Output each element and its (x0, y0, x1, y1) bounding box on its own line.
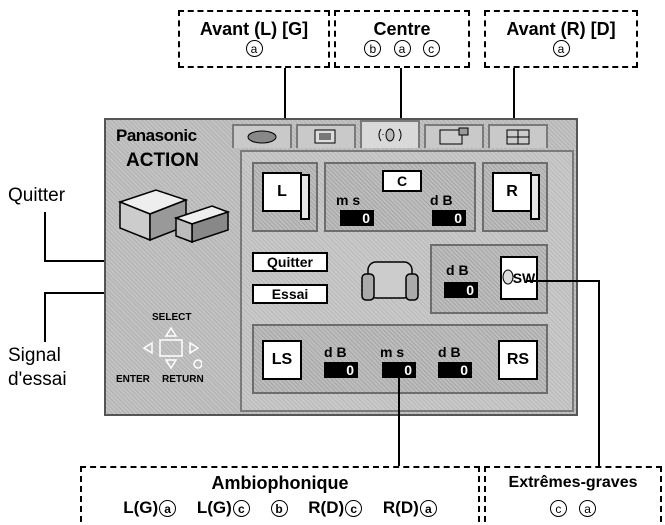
test-signal-side-label-2: d'essai (8, 369, 67, 390)
subwoofer-group[interactable]: d B 0 SW (430, 244, 548, 314)
code-marker: a (552, 40, 570, 57)
select-label: SELECT (152, 312, 192, 323)
callout-center-title: Centre (373, 19, 431, 39)
listener-seat-icon (361, 261, 419, 301)
surround-right-level-value[interactable]: 0 (438, 362, 472, 378)
subwoofer-level-unit: d B (446, 262, 469, 278)
callout-surround: Ambiophonique L(G) a L(G) c b R(D) c R(D) a (80, 466, 480, 522)
tab-system[interactable] (488, 124, 548, 148)
test-signal-side-label-1: Signal (8, 345, 61, 366)
callout-subwoofer-title: Extrêmes-graves (508, 474, 638, 491)
center-level-unit: d B (430, 192, 453, 208)
theater-icon (247, 130, 277, 144)
cursor-pad-icon[interactable] (140, 326, 202, 370)
surround-left-level-unit: d B (324, 344, 347, 360)
code-marker: a (159, 500, 177, 517)
leader-line (526, 280, 600, 282)
tab-speaker-level[interactable] (360, 120, 420, 148)
code-marker: c (422, 40, 440, 57)
woofer-cone-icon (502, 269, 514, 285)
enter-label: ENTER (116, 374, 150, 385)
front-right-speaker: R (492, 172, 532, 212)
code-marker: c (345, 500, 363, 517)
surround-left-level-value[interactable]: 0 (324, 362, 358, 378)
surround-item-label: L(G) (123, 498, 159, 517)
screen-icon (314, 129, 336, 144)
center-speaker-group[interactable]: C m s 0 d B 0 (324, 162, 476, 232)
speaker-side (530, 174, 540, 220)
callout-front-left: Avant (L) [G] a (178, 10, 330, 68)
code-marker: b (364, 40, 382, 57)
code-marker: a (419, 500, 437, 517)
surround-item-label: L(G) (196, 498, 232, 517)
surround-delay-unit: m s (380, 344, 405, 360)
brand-logo: Panasonic (116, 126, 197, 145)
front-left-speaker-group[interactable]: L (252, 162, 318, 232)
subwoofer-level-value[interactable]: 0 (444, 282, 478, 298)
callout-surround-title: Ambiophonique (211, 473, 349, 493)
surround-left-speaker: LS (262, 340, 302, 380)
quit-side-label: Quitter (8, 185, 66, 206)
code-marker: a (245, 40, 263, 57)
leader-line (44, 212, 46, 262)
return-label: RETURN (162, 374, 204, 385)
center-level-value[interactable]: 0 (432, 210, 466, 226)
surround-item-label: R(D) (382, 498, 419, 517)
speaker-side (300, 174, 310, 220)
surround-item-label: R(D) (308, 498, 345, 517)
grid-icon (506, 129, 530, 145)
surround-right-level-unit: d B (438, 344, 461, 360)
surround-delay-value[interactable]: 0 (382, 362, 416, 378)
speaker-level-area: L C m s 0 d B 0 R Quitter Essai d B 0 SW… (240, 150, 574, 412)
speaker-sound-icon (378, 128, 402, 142)
callout-center: Centre b a c (334, 10, 470, 68)
leader-line (44, 292, 46, 342)
callout-front-right: Avant (R) [D] a (484, 10, 638, 68)
monitor-icon (439, 127, 469, 145)
center-delay-unit: m s (336, 192, 361, 208)
front-right-speaker-group[interactable]: R (482, 162, 548, 232)
tab-display[interactable] (296, 124, 356, 148)
speakers-illustration (117, 189, 231, 244)
front-left-speaker: L (262, 172, 302, 212)
callout-front-right-title: Avant (R) [D] (506, 19, 616, 39)
speaker-setup-panel: Panasonic ACTION SELECT ENTER RETURN L C… (104, 118, 578, 416)
surround-right-speaker: RS (498, 340, 538, 380)
callout-front-left-title: Avant (L) [G] (199, 19, 309, 39)
code-marker: c (549, 500, 567, 517)
mode-title: ACTION (126, 150, 199, 171)
tab-surround-effect[interactable] (232, 124, 292, 148)
leader-line (398, 378, 400, 466)
leader-line (598, 280, 600, 468)
surround-speaker-group[interactable]: LS d B 0 m s 0 d B 0 RS (252, 324, 548, 394)
code-marker: c (232, 500, 250, 517)
tab-settings[interactable] (424, 124, 484, 148)
code-marker: a (579, 500, 597, 517)
quit-button[interactable]: Quitter (252, 252, 328, 272)
callout-subwoofer: Extrêmes-graves c a (484, 466, 662, 522)
code-marker: b (270, 500, 288, 517)
center-delay-value[interactable]: 0 (340, 210, 374, 226)
center-speaker: C (382, 170, 422, 192)
test-button[interactable]: Essai (252, 284, 328, 304)
code-marker: a (393, 40, 411, 57)
